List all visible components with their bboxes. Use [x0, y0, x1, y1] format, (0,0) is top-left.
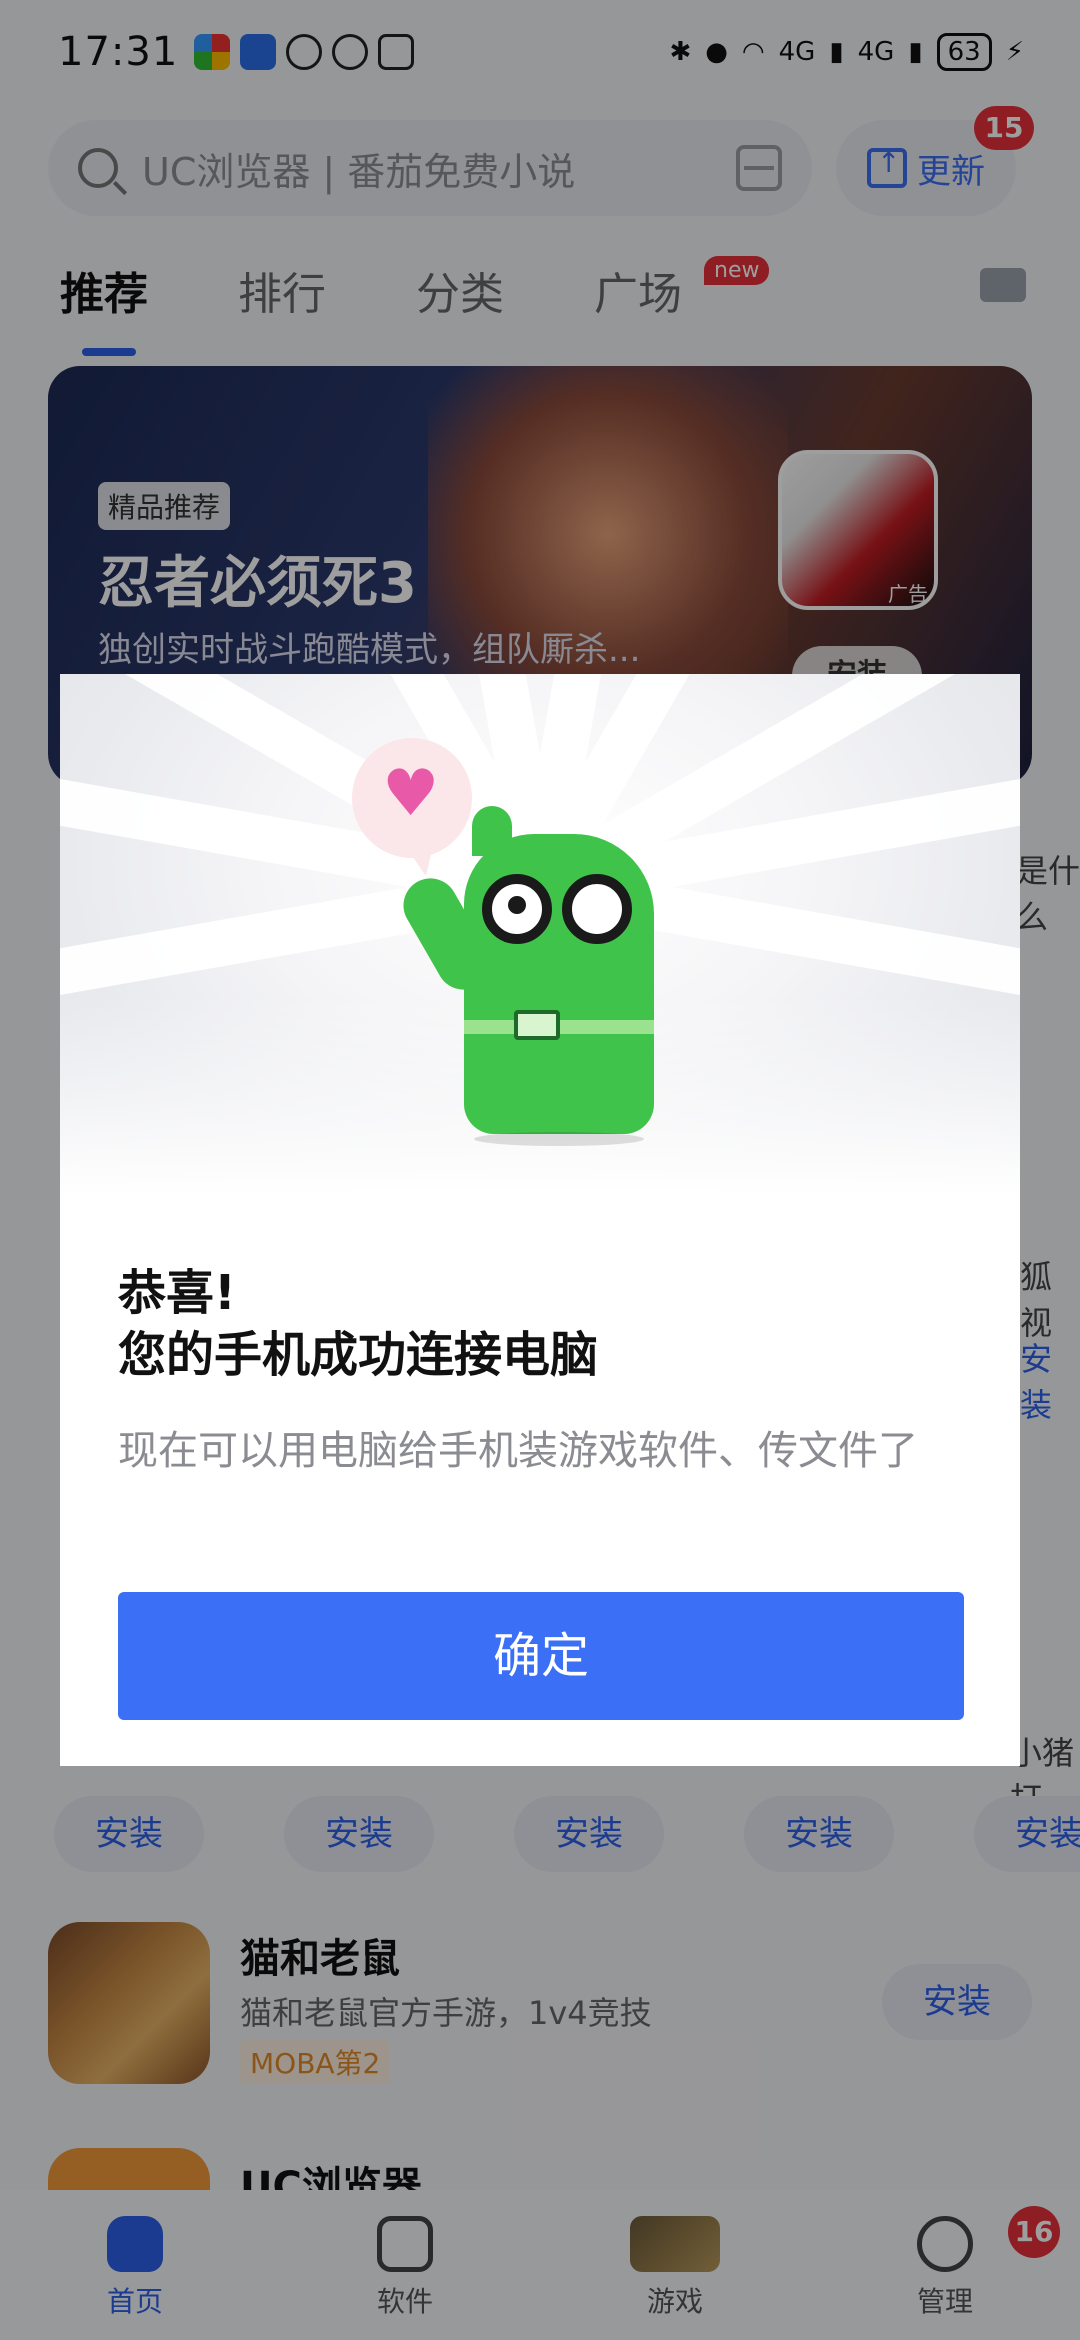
- heart-icon: ♥: [382, 757, 440, 831]
- mascot-arm: [393, 868, 501, 1000]
- mascot-eye: [482, 874, 552, 944]
- dialog-title-line-2: 您的手机成功连接电脑: [118, 1327, 599, 1383]
- mascot-pupil: [508, 896, 526, 914]
- dialog-illustration: ♥: [60, 674, 1020, 1194]
- dialog-message: 现在可以用电脑给手机装游戏软件、传文件了: [118, 1428, 918, 1474]
- mascot-shadow: [474, 1132, 644, 1146]
- dialog-title-line-1: 恭喜!: [118, 1265, 236, 1321]
- confirm-button[interactable]: 确定: [118, 1592, 964, 1720]
- speech-bubble: ♥: [352, 738, 472, 876]
- mascot-antenna: [472, 806, 512, 856]
- dialog-title: 恭喜! 您的手机成功连接电脑: [118, 1262, 598, 1386]
- battery-icon: [514, 1010, 560, 1040]
- mascot-eye: [562, 874, 632, 944]
- mascot-character: [393, 806, 654, 1146]
- connection-success-dialog: ♥ 恭喜! 您的手机成功连接电脑 现在可以用电脑给手机装游戏软件、传文件了 确定: [60, 674, 1020, 1766]
